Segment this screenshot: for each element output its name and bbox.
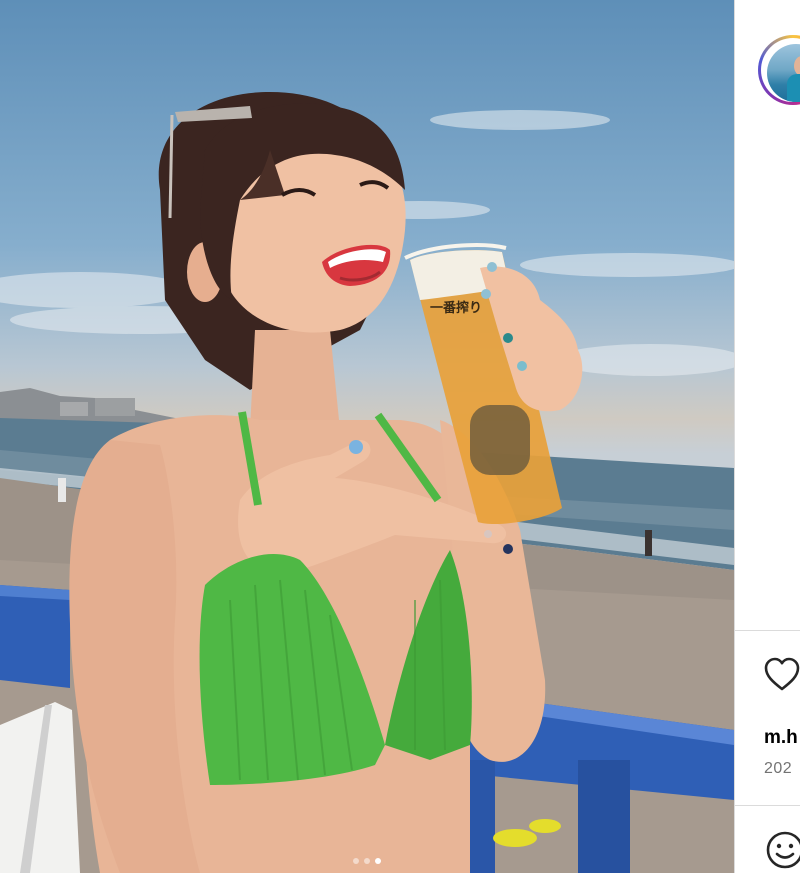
avatar-image (767, 44, 800, 102)
avatar-body (787, 74, 800, 102)
post-viewer: 一番搾り m.h 202 (0, 0, 800, 873)
carousel-dot-3-active[interactable] (375, 858, 381, 864)
heart-icon (764, 657, 800, 691)
post-photo[interactable]: 一番搾り (0, 0, 734, 873)
like-button[interactable] (763, 656, 800, 692)
carousel-indicator (0, 858, 734, 864)
avatar-face (794, 56, 800, 76)
carousel-dot-2[interactable] (364, 858, 370, 864)
carousel-dot-1[interactable] (353, 858, 359, 864)
cup-print-text: 一番搾り (430, 300, 482, 316)
avatar-border (761, 38, 800, 102)
smiley-icon (766, 831, 800, 869)
post-username[interactable]: m.h (764, 727, 798, 749)
profile-avatar[interactable] (758, 35, 800, 105)
photo-illustration: 一番搾り (0, 92, 734, 873)
divider (735, 805, 800, 806)
post-date: 202 (764, 760, 793, 777)
post-side-panel: m.h 202 (734, 0, 800, 873)
emoji-button[interactable] (765, 830, 800, 870)
divider (735, 630, 800, 631)
